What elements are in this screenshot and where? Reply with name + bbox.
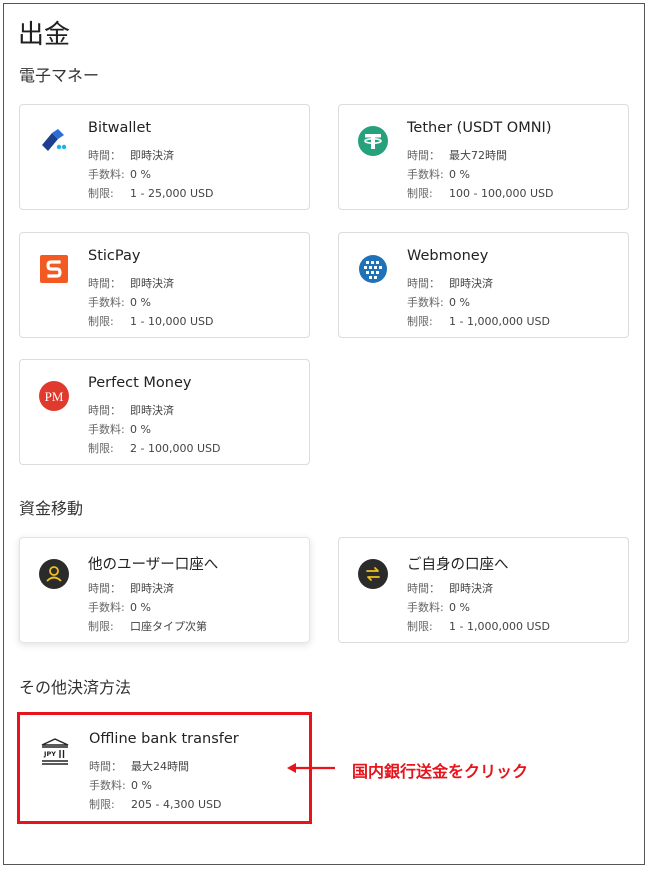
method-name: ご自身の口座へ — [407, 557, 509, 573]
row-fee: 手数料: 0 % — [88, 296, 151, 309]
perfect-money-icon: PM — [39, 381, 69, 411]
method-name: Bitwallet — [88, 120, 152, 136]
bitwallet-icon — [42, 129, 67, 151]
method-name: Tether (USDT OMNI) — [407, 120, 552, 136]
method-card-own-account[interactable]: ご自身の口座へ 時間： 即時決済 手数料: 0 % 制限: 1 - 1,000,000… — [338, 537, 629, 643]
row-fee: 手数料: 0 % — [88, 423, 151, 436]
row-time: 時間： 即時決済 — [88, 277, 174, 290]
section-title-fund-transfer: 資金移動 — [19, 499, 84, 518]
row-time: 時間： 即時決済 — [88, 149, 174, 162]
annotation-callout: 国内銀行送金をクリック — [352, 762, 529, 781]
row-time: 時間： 最大72時間 — [407, 149, 507, 162]
method-name: 他のユーザー口座へ — [88, 557, 219, 573]
highlight-box — [17, 712, 312, 824]
method-card-perfect-money[interactable]: PM Perfect Money 時間： 即時決済 手数料: 0 % 制限: 2 - … — [19, 359, 310, 465]
method-name: Webmoney — [407, 248, 489, 264]
user-icon — [39, 559, 69, 589]
row-time: 時間： 即時決済 — [88, 582, 174, 595]
row-fee: 手数料: 0 % — [88, 168, 151, 181]
row-limit: 制限: 100 - 100,000 USD — [407, 187, 554, 200]
tether-icon — [358, 126, 388, 156]
row-limit: 制限: 1 - 10,000 USD — [88, 315, 214, 328]
sticpay-icon — [40, 255, 68, 283]
pm-logo-text: PM — [45, 389, 64, 404]
row-fee: 手数料: 0 % — [407, 601, 470, 614]
row-fee: 手数料: 0 % — [407, 168, 470, 181]
row-time: 時間： 即時決済 — [88, 404, 174, 417]
method-card-other-user[interactable]: 他のユーザー口座へ 時間： 即時決済 手数料: 0 % 制限: 口座タイプ次第 — [19, 537, 310, 643]
row-limit: 制限: 1 - 1,000,000 USD — [407, 620, 550, 633]
row-limit: 制限: 2 - 100,000 USD — [88, 442, 221, 455]
transfer-arrows-icon — [358, 559, 388, 589]
row-fee: 手数料: 0 % — [407, 296, 470, 309]
row-time: 時間： 即時決済 — [407, 582, 493, 595]
method-card-bitwallet[interactable]: Bitwallet 時間： 即時決済 手数料: 0 % 制限: 1 - 25,000 … — [19, 104, 310, 210]
row-limit: 制限: 1 - 25,000 USD — [88, 187, 214, 200]
method-card-webmoney[interactable]: Webmoney 時間： 即時決済 手数料: 0 % 制限: 1 - 1,000,00… — [338, 232, 629, 338]
webmoney-icon — [359, 255, 387, 283]
method-name: Perfect Money — [88, 375, 192, 391]
row-limit: 制限: 口座タイプ次第 — [88, 620, 207, 633]
method-name: SticPay — [88, 248, 141, 264]
section-title-e-money: 電子マネー — [19, 66, 100, 85]
method-card-sticpay[interactable]: SticPay 時間： 即時決済 手数料: 0 % 制限: 1 - 10,000 US… — [19, 232, 310, 338]
page-title: 出金 — [18, 20, 71, 50]
method-card-tether[interactable]: Tether (USDT OMNI) 時間： 最大72時間 手数料: 0 % 制限:… — [338, 104, 629, 210]
row-limit: 制限: 1 - 1,000,000 USD — [407, 315, 550, 328]
row-time: 時間： 即時決済 — [407, 277, 493, 290]
row-fee: 手数料: 0 % — [88, 601, 151, 614]
arrow-left-icon — [287, 763, 335, 773]
section-title-other-methods: その他決済方法 — [19, 678, 132, 697]
